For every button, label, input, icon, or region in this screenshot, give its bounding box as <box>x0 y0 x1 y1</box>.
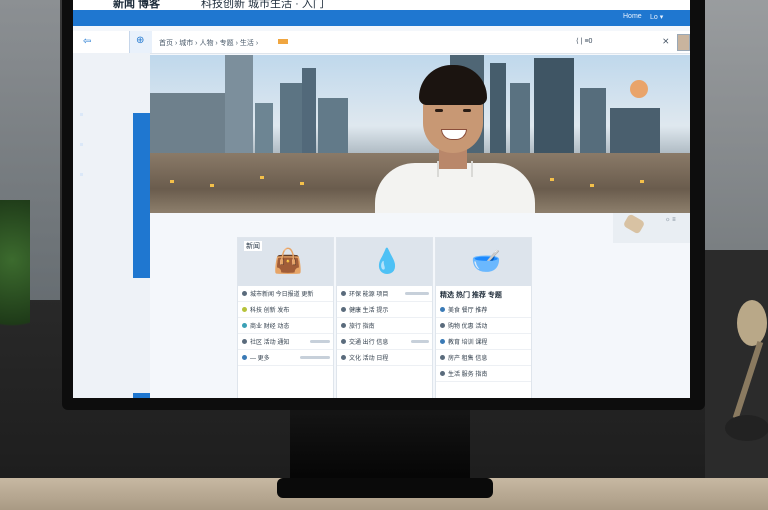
list-item[interactable]: 旅行 指南 <box>337 318 432 334</box>
list-item[interactable]: 教育 培训 课程 <box>436 334 531 350</box>
top-nav-bar: Home Lo ▾ <box>73 10 690 26</box>
list-item[interactable]: 科技 创新 发布 <box>238 302 333 318</box>
list-item[interactable]: 城市新闻 今日报道 更新 <box>238 286 333 302</box>
card-header: 💧 <box>337 238 432 286</box>
plant <box>0 200 30 350</box>
sidebar-accent <box>133 113 150 278</box>
bowl-icon: 🥣 <box>471 248 501 275</box>
toolbar-controls[interactable]: ⟨ | ≡0 <box>576 37 592 45</box>
nav-button[interactable]: ⊕ <box>129 31 152 53</box>
avatar[interactable] <box>677 34 690 51</box>
decorative-panel: ☼ ≡ <box>613 213 690 243</box>
background-window <box>705 0 768 250</box>
list-item[interactable]: 商业 财经 动态 <box>238 318 333 334</box>
sidebar-item[interactable] <box>80 173 83 176</box>
screen: 新闻 博客 科技创新 城市生活 · 入门 Home Lo ▾ ⇦ ⊕ 首页 › … <box>73 0 690 398</box>
list-item[interactable]: 健康 生活 提示 <box>337 302 432 318</box>
list-item[interactable]: 交通 出行 信息 <box>337 334 432 350</box>
content-card[interactable]: 新闻 👜 城市新闻 今日报道 更新 科技 创新 发布 商业 财经 动态 社区 活… <box>237 237 334 398</box>
monitor-stand-base <box>277 478 493 498</box>
content-card[interactable]: 💧 环保 能源 项目 健康 生活 提示 旅行 指南 交通 出行 信息 文化 活动… <box>336 237 433 398</box>
list-item[interactable]: 房产 租售 信息 <box>436 350 531 366</box>
sidebar-item[interactable] <box>80 113 83 116</box>
sidebar-item[interactable] <box>80 143 83 146</box>
decorative-label: ☼ ≡ <box>665 217 676 223</box>
nav-menu[interactable]: Lo ▾ <box>650 13 663 21</box>
card-header: 🥣 <box>436 238 531 286</box>
breadcrumb-badge <box>278 39 288 44</box>
list-item[interactable]: 美食 餐厅 推荐 <box>436 302 531 318</box>
close-icon[interactable]: ⨯ <box>662 36 670 47</box>
person <box>375 65 535 213</box>
breadcrumb: 首页 › 城市 › 人物 › 专题 › 生活 › <box>159 40 259 47</box>
compass-icon: ⊕ <box>136 35 145 46</box>
balloon <box>630 80 648 98</box>
back-icon[interactable]: ⇦ <box>83 36 91 47</box>
nav-link-home[interactable]: Home <box>623 13 642 20</box>
desk-lamp <box>715 300 768 460</box>
content-card[interactable]: 🥣 精选 热门 推荐 专题 美食 餐厅 推荐 购物 优惠 活动 教育 培训 课程… <box>435 237 532 398</box>
card-tag: 新闻 <box>244 241 262 251</box>
sidebar <box>73 53 150 398</box>
hero-image <box>150 55 690 213</box>
bag-icon: 👜 <box>273 248 303 275</box>
list-item[interactable]: 社区 活动 通知 <box>238 334 333 350</box>
object <box>622 213 646 235</box>
monitor-stand <box>290 408 470 480</box>
sidebar-accent <box>133 393 150 398</box>
drop-icon: 💧 <box>372 248 402 275</box>
toolbar: ⇦ ⊕ 首页 › 城市 › 人物 › 专题 › 生活 › ⟨ | ≡0 ⨯ <box>73 31 690 54</box>
list-item[interactable]: 环保 能源 项目 <box>337 286 432 302</box>
list-item[interactable]: — 更多 <box>238 350 333 366</box>
list-item[interactable]: 购物 优惠 活动 <box>436 318 531 334</box>
card-title: 精选 热门 推荐 专题 <box>440 292 502 299</box>
list-item[interactable]: 生活 服务 指南 <box>436 366 531 382</box>
card-header: 新闻 👜 <box>238 238 333 286</box>
list-item[interactable]: 文化 活动 日程 <box>337 350 432 366</box>
